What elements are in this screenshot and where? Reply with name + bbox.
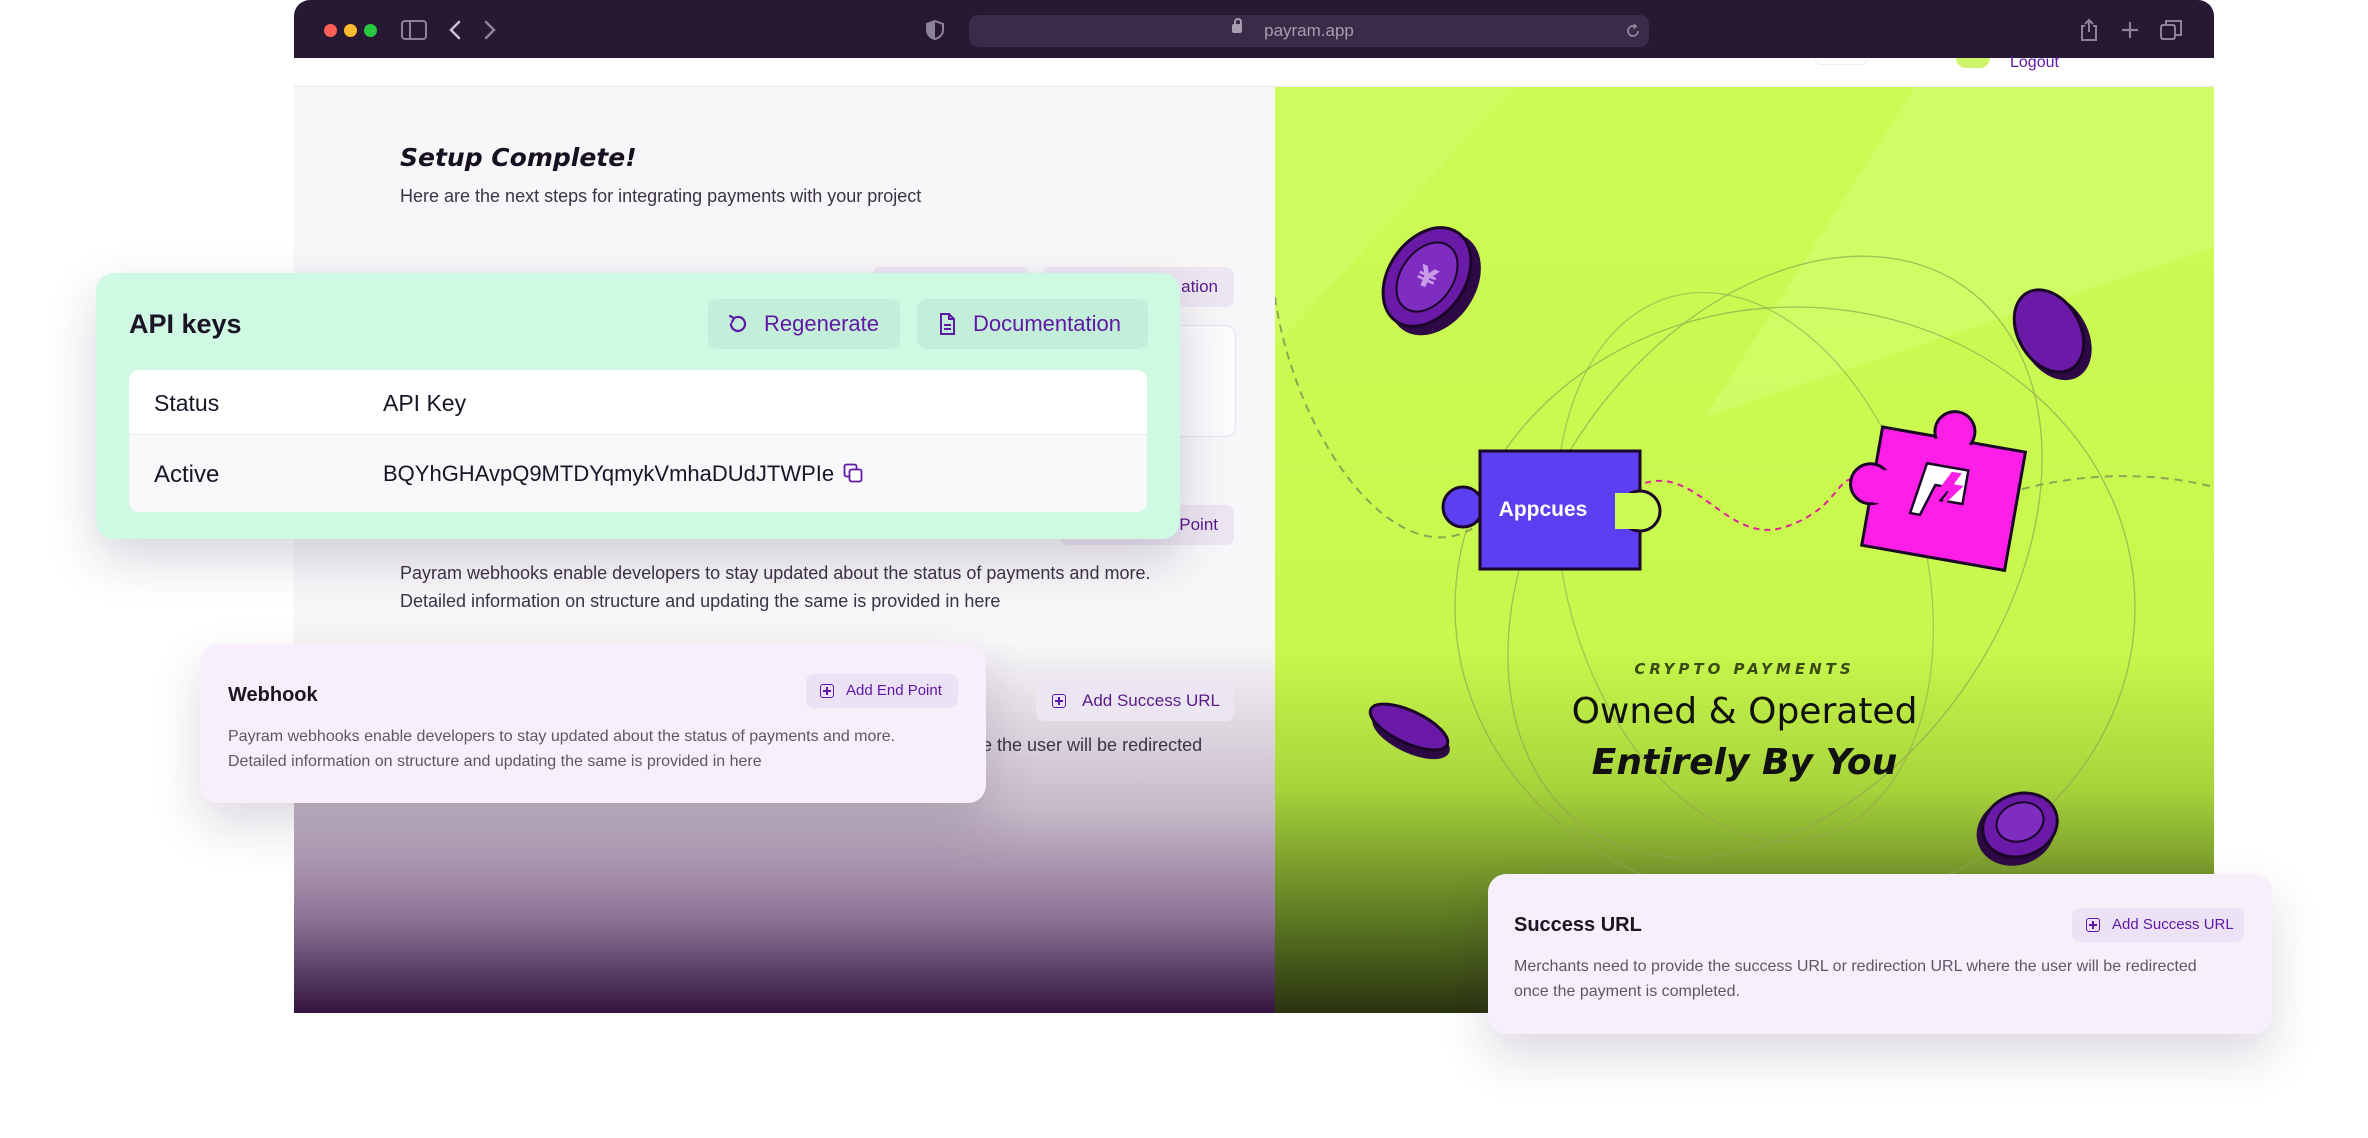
- table-row: Active BQYhGHAvpQ9MTDYqmykVmhaDUdJTWPIe: [129, 435, 1147, 512]
- new-tab-icon[interactable]: [2120, 20, 2140, 40]
- header-pill: [1814, 58, 1868, 65]
- documentation-label: Documentation: [973, 311, 1121, 336]
- promo-heading-line2: Entirely By You: [1591, 742, 1898, 783]
- yen-coin-icon: ¥: [1381, 226, 1481, 336]
- privacy-shield-icon[interactable]: [926, 20, 944, 40]
- refresh-icon: [728, 314, 747, 333]
- sidebar-toggle-icon[interactable]: [401, 20, 427, 40]
- url-text: payram.app: [1264, 21, 1354, 40]
- webhook-card: Webhook Add End Point Payram webhooks en…: [200, 644, 986, 803]
- setup-panel: Setup Complete! Here are the next steps …: [294, 87, 1275, 1013]
- documentation-button[interactable]: Documentation: [917, 299, 1148, 349]
- app-header: Logout: [294, 55, 2214, 87]
- logout-link[interactable]: Logout: [2010, 55, 2059, 71]
- success-url-text-line2: once the payment is completed.: [1514, 983, 1740, 1000]
- webhook-text-line1: Payram webhooks enable developers to sta…: [228, 728, 896, 745]
- document-icon: [940, 313, 955, 335]
- minimize-window-button[interactable]: [344, 24, 357, 37]
- webhook-paragraph-line2: Detailed information on structure and up…: [400, 591, 1001, 611]
- bg-add-success-url-label: Add Success URL: [1082, 691, 1220, 710]
- promo-kicker: CRYPTO PAYMENTS: [1634, 660, 1855, 678]
- success-url-title: Success URL: [1514, 914, 1642, 936]
- light-facet: [1705, 87, 2214, 417]
- add-success-url-label: Add Success URL: [2112, 916, 2234, 933]
- share-icon[interactable]: [2079, 18, 2099, 42]
- plus-square-icon: [2086, 918, 2100, 932]
- back-icon[interactable]: [448, 20, 462, 40]
- table-header-row: Status API Key: [129, 370, 1147, 435]
- tab-overview-icon[interactable]: [2160, 20, 2182, 40]
- reload-icon[interactable]: [1625, 23, 1641, 39]
- add-success-url-button[interactable]: Add Success URL: [2072, 908, 2244, 942]
- bg-add-success-url-button[interactable]: Add Success URL: [1036, 681, 1234, 721]
- appcues-puzzle-icon: Appcues: [1441, 449, 1662, 571]
- dashed-connector: [1994, 475, 2214, 498]
- regenerate-label: Regenerate: [764, 311, 879, 336]
- api-keys-table: Status API Key Active BQYhGHAvpQ9MTDYqmy…: [129, 370, 1147, 512]
- webhook-title: Webhook: [228, 684, 318, 706]
- success-url-text-line1: Merchants need to provide the success UR…: [1514, 958, 2197, 975]
- appcues-label: Appcues: [1499, 498, 1588, 521]
- coin-icon: [1976, 791, 2059, 866]
- regenerate-button[interactable]: Regenerate: [708, 299, 900, 349]
- plus-square-icon: [820, 684, 834, 698]
- webhook-paragraph-line1: Payram webhooks enable developers to sta…: [400, 563, 1151, 583]
- add-endpoint-button[interactable]: Add End Point: [806, 674, 958, 708]
- webhook-text-line2: Detailed information on structure and up…: [228, 753, 762, 770]
- add-endpoint-label: Add End Point: [846, 682, 942, 699]
- maximize-window-button[interactable]: [364, 24, 377, 37]
- api-key-value: BQYhGHAvpQ9MTDYqmykVmhaDUdJTWPIe: [383, 461, 835, 486]
- avatar[interactable]: [1956, 58, 1990, 68]
- forward-icon[interactable]: [483, 20, 497, 40]
- close-window-button[interactable]: [324, 24, 337, 37]
- redirect-fragment: e the user will be redirected: [982, 735, 1203, 755]
- browser-titlebar: payram.app: [294, 0, 2214, 58]
- api-keys-card: API keys Regenerate Documentation Status…: [96, 273, 1180, 539]
- setup-subtitle: Here are the next steps for integrating …: [400, 186, 922, 206]
- api-keys-title: API keys: [129, 309, 242, 339]
- copy-icon[interactable]: [843, 463, 863, 483]
- promo-heading-line1: Owned & Operated: [1571, 691, 1918, 732]
- column-header-status: Status: [154, 390, 220, 416]
- success-url-card: Success URL Add Success URL Merchants ne…: [1488, 874, 2272, 1034]
- column-header-api-key: API Key: [383, 390, 467, 416]
- status-cell: Active: [154, 461, 220, 488]
- address-bar[interactable]: payram.app: [969, 15, 1649, 47]
- dashed-connector: [1634, 477, 1866, 531]
- plus-square-icon: [1052, 694, 1066, 708]
- setup-title: Setup Complete!: [400, 143, 637, 172]
- payram-puzzle-icon: [1849, 410, 2028, 573]
